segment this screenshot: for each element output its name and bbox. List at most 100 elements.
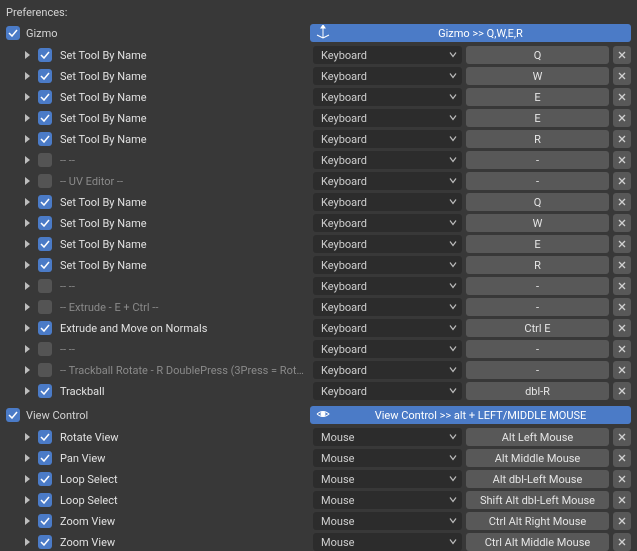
section-checkbox-viewcontrol[interactable]	[6, 408, 20, 422]
device-select[interactable]: Keyboard	[313, 88, 462, 106]
shortcut-button[interactable]: W	[466, 67, 609, 85]
row-checkbox[interactable]	[38, 363, 52, 377]
expand-toggle[interactable]	[20, 342, 34, 356]
expand-toggle[interactable]	[20, 493, 34, 507]
row-checkbox[interactable]	[38, 451, 52, 465]
shortcut-button[interactable]: E	[466, 109, 609, 127]
row-checkbox[interactable]	[38, 111, 52, 125]
shortcut-button[interactable]: -	[466, 340, 609, 358]
device-select[interactable]: Mouse	[313, 428, 462, 446]
row-checkbox[interactable]	[38, 90, 52, 104]
device-select[interactable]: Keyboard	[313, 277, 462, 295]
device-select[interactable]: Mouse	[313, 449, 462, 467]
delete-button[interactable]	[613, 130, 631, 148]
section-checkbox-gizmo[interactable]	[6, 26, 20, 40]
delete-button[interactable]	[613, 319, 631, 337]
row-checkbox[interactable]	[38, 472, 52, 486]
row-checkbox[interactable]	[38, 384, 52, 398]
expand-toggle[interactable]	[20, 153, 34, 167]
delete-button[interactable]	[613, 512, 631, 530]
expand-toggle[interactable]	[20, 451, 34, 465]
device-select[interactable]: Keyboard	[313, 109, 462, 127]
delete-button[interactable]	[613, 214, 631, 232]
shortcut-button[interactable]: Alt dbl-Left Mouse	[466, 470, 609, 488]
device-select[interactable]: Keyboard	[313, 256, 462, 274]
device-select[interactable]: Mouse	[313, 533, 462, 551]
shortcut-button[interactable]: Ctrl Alt Middle Mouse	[466, 533, 609, 551]
delete-button[interactable]	[613, 382, 631, 400]
delete-button[interactable]	[613, 449, 631, 467]
shortcut-button[interactable]: Shift Alt dbl-Left Mouse	[466, 491, 609, 509]
shortcut-button[interactable]: Ctrl E	[466, 319, 609, 337]
row-checkbox[interactable]	[38, 216, 52, 230]
device-select[interactable]: Mouse	[313, 512, 462, 530]
expand-toggle[interactable]	[20, 132, 34, 146]
row-checkbox[interactable]	[38, 258, 52, 272]
device-select[interactable]: Keyboard	[313, 382, 462, 400]
shortcut-button[interactable]: R	[466, 130, 609, 148]
device-select[interactable]: Keyboard	[313, 298, 462, 316]
shortcut-button[interactable]: -	[466, 151, 609, 169]
delete-button[interactable]	[613, 88, 631, 106]
delete-button[interactable]	[613, 151, 631, 169]
shortcut-button[interactable]: Q	[466, 193, 609, 211]
delete-button[interactable]	[613, 340, 631, 358]
shortcut-button[interactable]: dbl-R	[466, 382, 609, 400]
shortcut-button[interactable]: Alt Middle Mouse	[466, 449, 609, 467]
shortcut-button[interactable]: -	[466, 298, 609, 316]
row-checkbox[interactable]	[38, 279, 52, 293]
row-checkbox[interactable]	[38, 493, 52, 507]
expand-toggle[interactable]	[20, 472, 34, 486]
shortcut-button[interactable]: E	[466, 235, 609, 253]
expand-toggle[interactable]	[20, 174, 34, 188]
shortcut-button[interactable]: Alt Left Mouse	[466, 428, 609, 446]
device-select[interactable]: Keyboard	[313, 151, 462, 169]
row-checkbox[interactable]	[38, 69, 52, 83]
delete-button[interactable]	[613, 193, 631, 211]
row-checkbox[interactable]	[38, 514, 52, 528]
shortcut-button[interactable]: -	[466, 361, 609, 379]
expand-toggle[interactable]	[20, 514, 34, 528]
row-checkbox[interactable]	[38, 300, 52, 314]
row-checkbox[interactable]	[38, 430, 52, 444]
delete-button[interactable]	[613, 46, 631, 64]
device-select[interactable]: Keyboard	[313, 193, 462, 211]
device-select[interactable]: Keyboard	[313, 172, 462, 190]
expand-toggle[interactable]	[20, 300, 34, 314]
row-checkbox[interactable]	[38, 174, 52, 188]
device-select[interactable]: Keyboard	[313, 319, 462, 337]
device-select[interactable]: Keyboard	[313, 361, 462, 379]
row-checkbox[interactable]	[38, 342, 52, 356]
shortcut-button[interactable]: W	[466, 214, 609, 232]
expand-toggle[interactable]	[20, 384, 34, 398]
expand-toggle[interactable]	[20, 195, 34, 209]
delete-button[interactable]	[613, 277, 631, 295]
device-select[interactable]: Keyboard	[313, 67, 462, 85]
expand-toggle[interactable]	[20, 111, 34, 125]
device-select[interactable]: Keyboard	[313, 214, 462, 232]
row-checkbox[interactable]	[38, 153, 52, 167]
expand-toggle[interactable]	[20, 535, 34, 549]
expand-toggle[interactable]	[20, 69, 34, 83]
device-select[interactable]: Mouse	[313, 470, 462, 488]
shortcut-button[interactable]: -	[466, 277, 609, 295]
row-checkbox[interactable]	[38, 195, 52, 209]
device-select[interactable]: Mouse	[313, 491, 462, 509]
delete-button[interactable]	[613, 256, 631, 274]
expand-toggle[interactable]	[20, 321, 34, 335]
delete-button[interactable]	[613, 428, 631, 446]
expand-toggle[interactable]	[20, 363, 34, 377]
device-select[interactable]: Keyboard	[313, 235, 462, 253]
device-select[interactable]: Keyboard	[313, 46, 462, 64]
section-banner-viewcontrol[interactable]: View Control >> alt + LEFT/MIDDLE MOUSE	[310, 406, 631, 424]
expand-toggle[interactable]	[20, 237, 34, 251]
delete-button[interactable]	[613, 470, 631, 488]
expand-toggle[interactable]	[20, 279, 34, 293]
row-checkbox[interactable]	[38, 321, 52, 335]
expand-toggle[interactable]	[20, 48, 34, 62]
delete-button[interactable]	[613, 67, 631, 85]
shortcut-button[interactable]: E	[466, 88, 609, 106]
shortcut-button[interactable]: Ctrl Alt Right Mouse	[466, 512, 609, 530]
row-checkbox[interactable]	[38, 132, 52, 146]
expand-toggle[interactable]	[20, 216, 34, 230]
